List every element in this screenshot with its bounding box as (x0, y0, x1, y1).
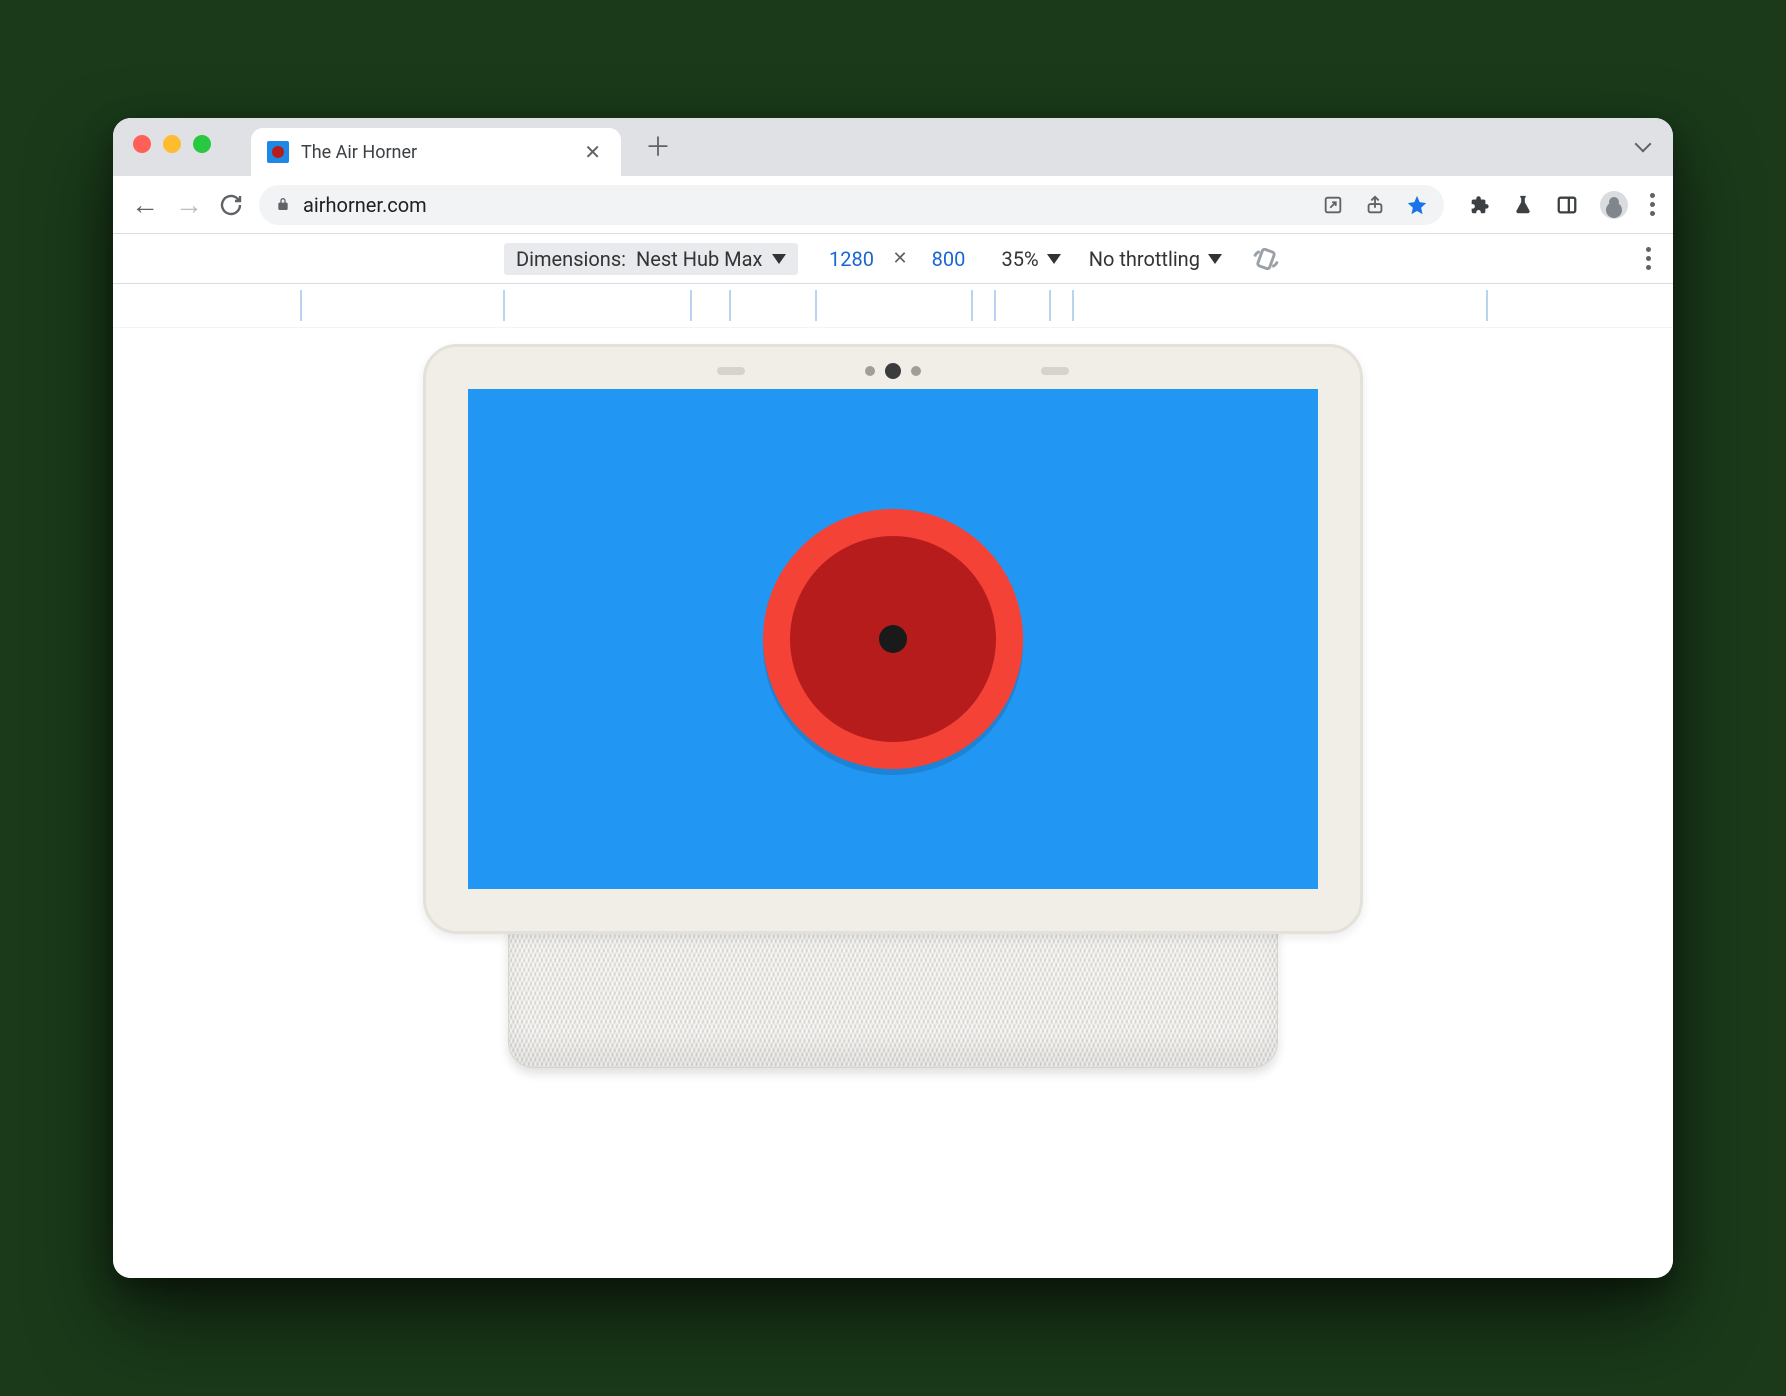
dropdown-triangle-icon (1208, 254, 1222, 264)
star-icon (1406, 194, 1428, 216)
browser-toolbar: ← → airhorner.com (113, 176, 1673, 234)
close-tab-button[interactable]: ✕ (580, 140, 605, 164)
tab-strip: The Air Horner ✕ ＋ (113, 118, 1673, 176)
tab-title: The Air Horner (301, 142, 568, 163)
share-button[interactable] (1364, 194, 1386, 216)
new-tab-button[interactable]: ＋ (645, 127, 671, 164)
dimensions-label: Dimensions: (516, 247, 626, 271)
device-frame (423, 344, 1363, 1068)
url-text: airhorner.com (303, 193, 1310, 217)
dropdown-triangle-icon (772, 254, 786, 264)
tab-favicon-icon (267, 141, 289, 163)
device-toolbar-menu-button[interactable] (1646, 247, 1651, 270)
flask-icon (1512, 194, 1534, 216)
throttling-value: No throttling (1089, 247, 1200, 271)
arrow-left-icon: ← (131, 191, 159, 219)
open-external-icon (1322, 194, 1344, 216)
viewport (113, 328, 1673, 1278)
dimensions-inputs: 1280 ✕ 800 (826, 247, 973, 271)
omnibox-actions (1322, 194, 1428, 216)
extensions-button[interactable] (1468, 194, 1490, 216)
airhorn-inner-icon (790, 536, 996, 742)
rotate-icon (1251, 244, 1281, 274)
arrow-right-icon: → (175, 191, 203, 219)
reload-icon (219, 193, 243, 217)
width-input[interactable]: 1280 (826, 247, 876, 271)
throttling-select[interactable]: No throttling (1089, 247, 1222, 271)
kebab-icon (1646, 247, 1651, 270)
sensor-icon (717, 367, 745, 375)
airhorn-dot-icon (879, 625, 907, 653)
sensor-icon (1041, 367, 1069, 375)
kebab-icon (1650, 193, 1655, 216)
device-sensors (426, 363, 1360, 379)
reload-button[interactable] (219, 193, 243, 217)
lock-icon (275, 193, 291, 217)
forward-button[interactable]: → (175, 191, 203, 219)
device-bezel (423, 344, 1363, 934)
chevron-down-icon (1635, 135, 1652, 152)
puzzle-icon (1468, 194, 1490, 216)
camera-icon (865, 363, 921, 379)
page-content[interactable] (468, 389, 1318, 889)
maximize-window-button[interactable] (193, 135, 211, 153)
dimensions-separator: ✕ (892, 248, 907, 269)
minimize-window-button[interactable] (163, 135, 181, 153)
dropdown-triangle-icon (1047, 254, 1061, 264)
labs-button[interactable] (1512, 194, 1534, 216)
chrome-menu-button[interactable] (1650, 193, 1655, 216)
device-speaker-base (508, 928, 1278, 1068)
open-external-button[interactable] (1322, 194, 1344, 216)
avatar-icon (1600, 191, 1628, 219)
browser-window: The Air Horner ✕ ＋ ← → airhorner.com (113, 118, 1673, 1278)
device-toolbar: Dimensions: Nest Hub Max 1280 ✕ 800 35% … (113, 234, 1673, 284)
toolbar-actions (1468, 191, 1655, 219)
device-name: Nest Hub Max (636, 247, 762, 271)
window-controls (133, 135, 211, 153)
back-button[interactable]: ← (131, 191, 159, 219)
side-panel-button[interactable] (1556, 194, 1578, 216)
tabs-search-button[interactable] (1637, 135, 1649, 154)
media-query-ruler[interactable] (113, 284, 1673, 328)
rotate-button[interactable] (1250, 243, 1282, 275)
address-bar[interactable]: airhorner.com (259, 185, 1444, 225)
profile-button[interactable] (1600, 191, 1628, 219)
height-input[interactable]: 800 (924, 247, 974, 271)
browser-tab[interactable]: The Air Horner ✕ (251, 128, 621, 176)
panel-icon (1556, 194, 1578, 216)
device-select[interactable]: Dimensions: Nest Hub Max (504, 243, 798, 275)
share-icon (1364, 194, 1386, 216)
close-window-button[interactable] (133, 135, 151, 153)
airhorn-button[interactable] (763, 509, 1023, 769)
zoom-value: 35% (1002, 247, 1039, 271)
zoom-select[interactable]: 35% (1002, 247, 1061, 271)
bookmark-button[interactable] (1406, 194, 1428, 216)
